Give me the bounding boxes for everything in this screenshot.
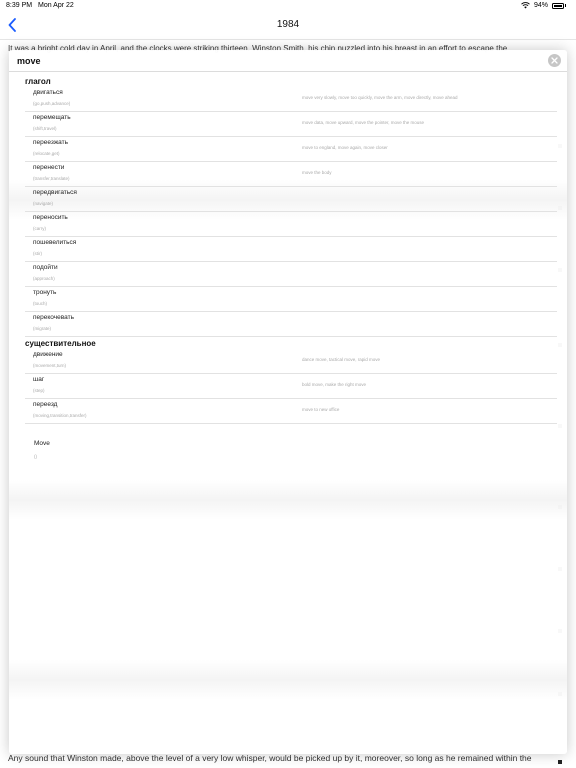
entry-word: переезжать — [33, 139, 69, 146]
entry-row[interactable]: перемещать (shift,travel) move data, mov… — [25, 112, 557, 137]
headword[interactable]: Move — [34, 440, 50, 447]
popup-header: move — [9, 50, 567, 72]
status-date: Mon Apr 22 — [38, 2, 74, 9]
entry-synonyms: (carry) — [33, 226, 46, 231]
entry-row[interactable]: перекочевать (migrate) — [25, 312, 557, 337]
entry-word: перемещать — [33, 114, 71, 121]
entry-word: перенести — [33, 164, 65, 171]
entry-row[interactable]: тронуть (touch) — [25, 287, 557, 312]
entry-synonyms: (stir) — [33, 251, 42, 256]
status-time: 8:39 PM — [6, 2, 33, 9]
entry-row[interactable]: шаг (step) bold move, make the right mov… — [25, 374, 557, 399]
entry-synonyms: (relocate,get) — [33, 151, 60, 156]
entry-examples: move to new office — [302, 407, 340, 412]
shadow-band — [9, 660, 567, 700]
entry-examples: bold move, make the right move — [302, 382, 367, 387]
entry-synonyms: (movement,turn) — [33, 363, 67, 368]
entry-synonyms: (approach) — [33, 276, 55, 281]
battery-percent: 94% — [533, 2, 548, 9]
close-button[interactable] — [548, 54, 561, 67]
entry-word: шаг — [33, 376, 45, 383]
entry-examples: move very slowly, move too quickly, move… — [302, 95, 458, 100]
entry-row[interactable]: переезжать (relocate,get) move to englan… — [25, 137, 557, 162]
entry-word: пошевелиться — [33, 239, 77, 246]
entry-row[interactable]: подойти (approach) — [25, 262, 557, 287]
entry-synonyms: (touch) — [33, 301, 48, 306]
book-title: 1984 — [276, 19, 300, 30]
entry-row[interactable]: двигаться (go,push,advance) move very sl… — [25, 87, 557, 112]
page-marker — [558, 760, 562, 764]
dictionary-popup: move глагол двигаться (go,push,advance) … — [9, 50, 567, 754]
entry-row[interactable]: движение (movement,turn) dance move, tac… — [25, 349, 557, 374]
popup-title: move — [17, 56, 41, 66]
nav-bar: 1984 — [0, 12, 576, 40]
entry-word: подойти — [33, 264, 58, 271]
entry-synonyms: (navigate) — [33, 201, 54, 206]
entry-synonyms: (moving,transition,transfer) — [33, 413, 87, 418]
entry-synonyms: (shift,travel) — [33, 126, 57, 131]
wifi-icon — [521, 2, 530, 9]
entry-row[interactable]: пошевелиться (stir) — [25, 237, 557, 262]
entry-examples: dance move, tactical move, rapid move — [302, 357, 381, 362]
entry-word: тронуть — [33, 289, 57, 296]
battery-tip — [565, 4, 566, 7]
battery-icon — [552, 2, 564, 9]
entry-word: перекочевать — [33, 314, 74, 321]
close-icon — [551, 57, 558, 64]
entry-examples: move data, move upward, move the pointer… — [302, 120, 425, 125]
entry-row[interactable]: переезд (moving,transition,transfer) mov… — [25, 399, 557, 424]
entry-row[interactable]: передвигаться (navigate) — [25, 187, 557, 212]
entry-word: переносить — [33, 214, 68, 221]
shadow-band — [9, 480, 567, 520]
entry-synonyms: (transfer,translate) — [33, 176, 70, 181]
entry-word: движение — [33, 351, 63, 358]
headword-transcription: () — [34, 454, 37, 459]
entry-examples: move the body — [302, 170, 332, 175]
entry-synonyms: (migrate) — [33, 326, 52, 331]
section-title-noun: существительное — [25, 339, 96, 348]
entry-synonyms: (step) — [33, 388, 45, 393]
entry-row[interactable]: переносить (carry) — [25, 212, 557, 237]
entry-word: двигаться — [33, 89, 63, 96]
entry-row[interactable]: перенести (transfer,translate) move the … — [25, 162, 557, 187]
entry-synonyms: (go,push,advance) — [33, 101, 71, 106]
entry-word: передвигаться — [33, 189, 77, 196]
entry-word: переезд — [33, 401, 58, 408]
entry-examples: move to england, move again, move closer — [302, 145, 388, 150]
section-title-verb: глагол — [25, 77, 51, 86]
status-bar: 8:39 PM Mon Apr 22 94% — [0, 0, 576, 12]
status-right: 94% — [521, 2, 566, 9]
